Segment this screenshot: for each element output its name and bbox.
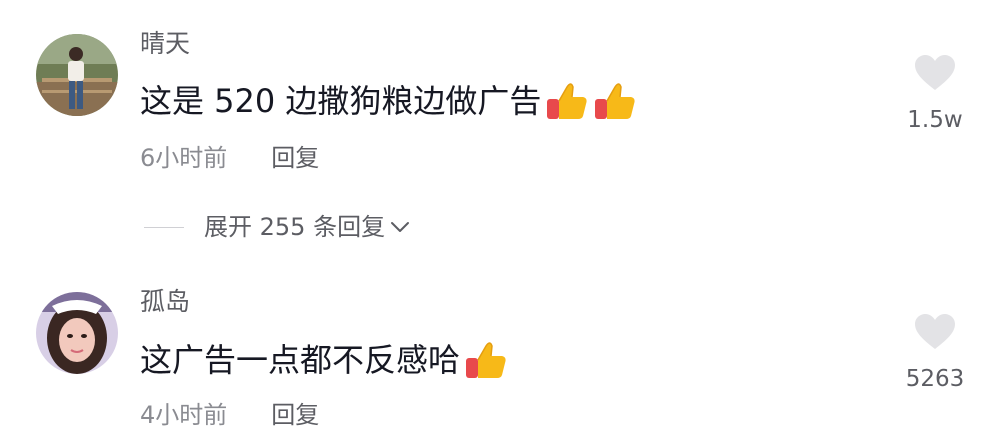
comment-text-content: 这是 520 边撒狗粮边做广告 xyxy=(140,82,542,120)
username[interactable]: 孤岛 xyxy=(140,287,190,317)
reply-button[interactable]: 回复 xyxy=(271,400,319,430)
heart-icon[interactable] xyxy=(914,313,956,351)
timestamp: 4小时前 xyxy=(140,401,228,429)
comment-item: 孤岛 这广告一点都不反感哈 4小时前 回复 5263 xyxy=(0,270,1000,436)
expand-replies-label: 展开 255 条回复 xyxy=(204,213,386,241)
comment-text-content: 这广告一点都不反感哈 xyxy=(140,341,461,379)
comment-meta: 6小时前 回复 xyxy=(140,143,319,173)
reply-button[interactable]: 回复 xyxy=(271,143,319,173)
like-area: 1.5w xyxy=(870,54,1000,134)
thumbs-up-icon xyxy=(595,83,636,119)
expand-replies-button[interactable]: 展开 255 条回复 xyxy=(144,212,411,242)
divider-line xyxy=(144,226,184,228)
like-count: 5263 xyxy=(905,366,965,392)
comment-item: 晴天 这是 520 边撒狗粮边做广告 6小时前 回复 1.5w 展开 255 条… xyxy=(0,0,1000,270)
avatar[interactable] xyxy=(36,292,118,374)
username[interactable]: 晴天 xyxy=(140,29,190,59)
avatar[interactable] xyxy=(36,34,118,116)
thumbs-up-icon xyxy=(547,83,588,119)
chevron-down-icon xyxy=(391,222,410,232)
comment-text: 这广告一点都不反感哈 xyxy=(140,338,508,382)
comment-meta: 4小时前 回复 xyxy=(140,400,319,430)
like-count: 1.5w xyxy=(907,107,963,133)
heart-icon[interactable] xyxy=(914,54,956,92)
comment-text: 这是 520 边撒狗粮边做广告 xyxy=(140,79,637,123)
like-area: 5263 xyxy=(870,313,1000,393)
thumbs-up-icon xyxy=(466,342,506,378)
timestamp: 6小时前 xyxy=(140,144,228,172)
